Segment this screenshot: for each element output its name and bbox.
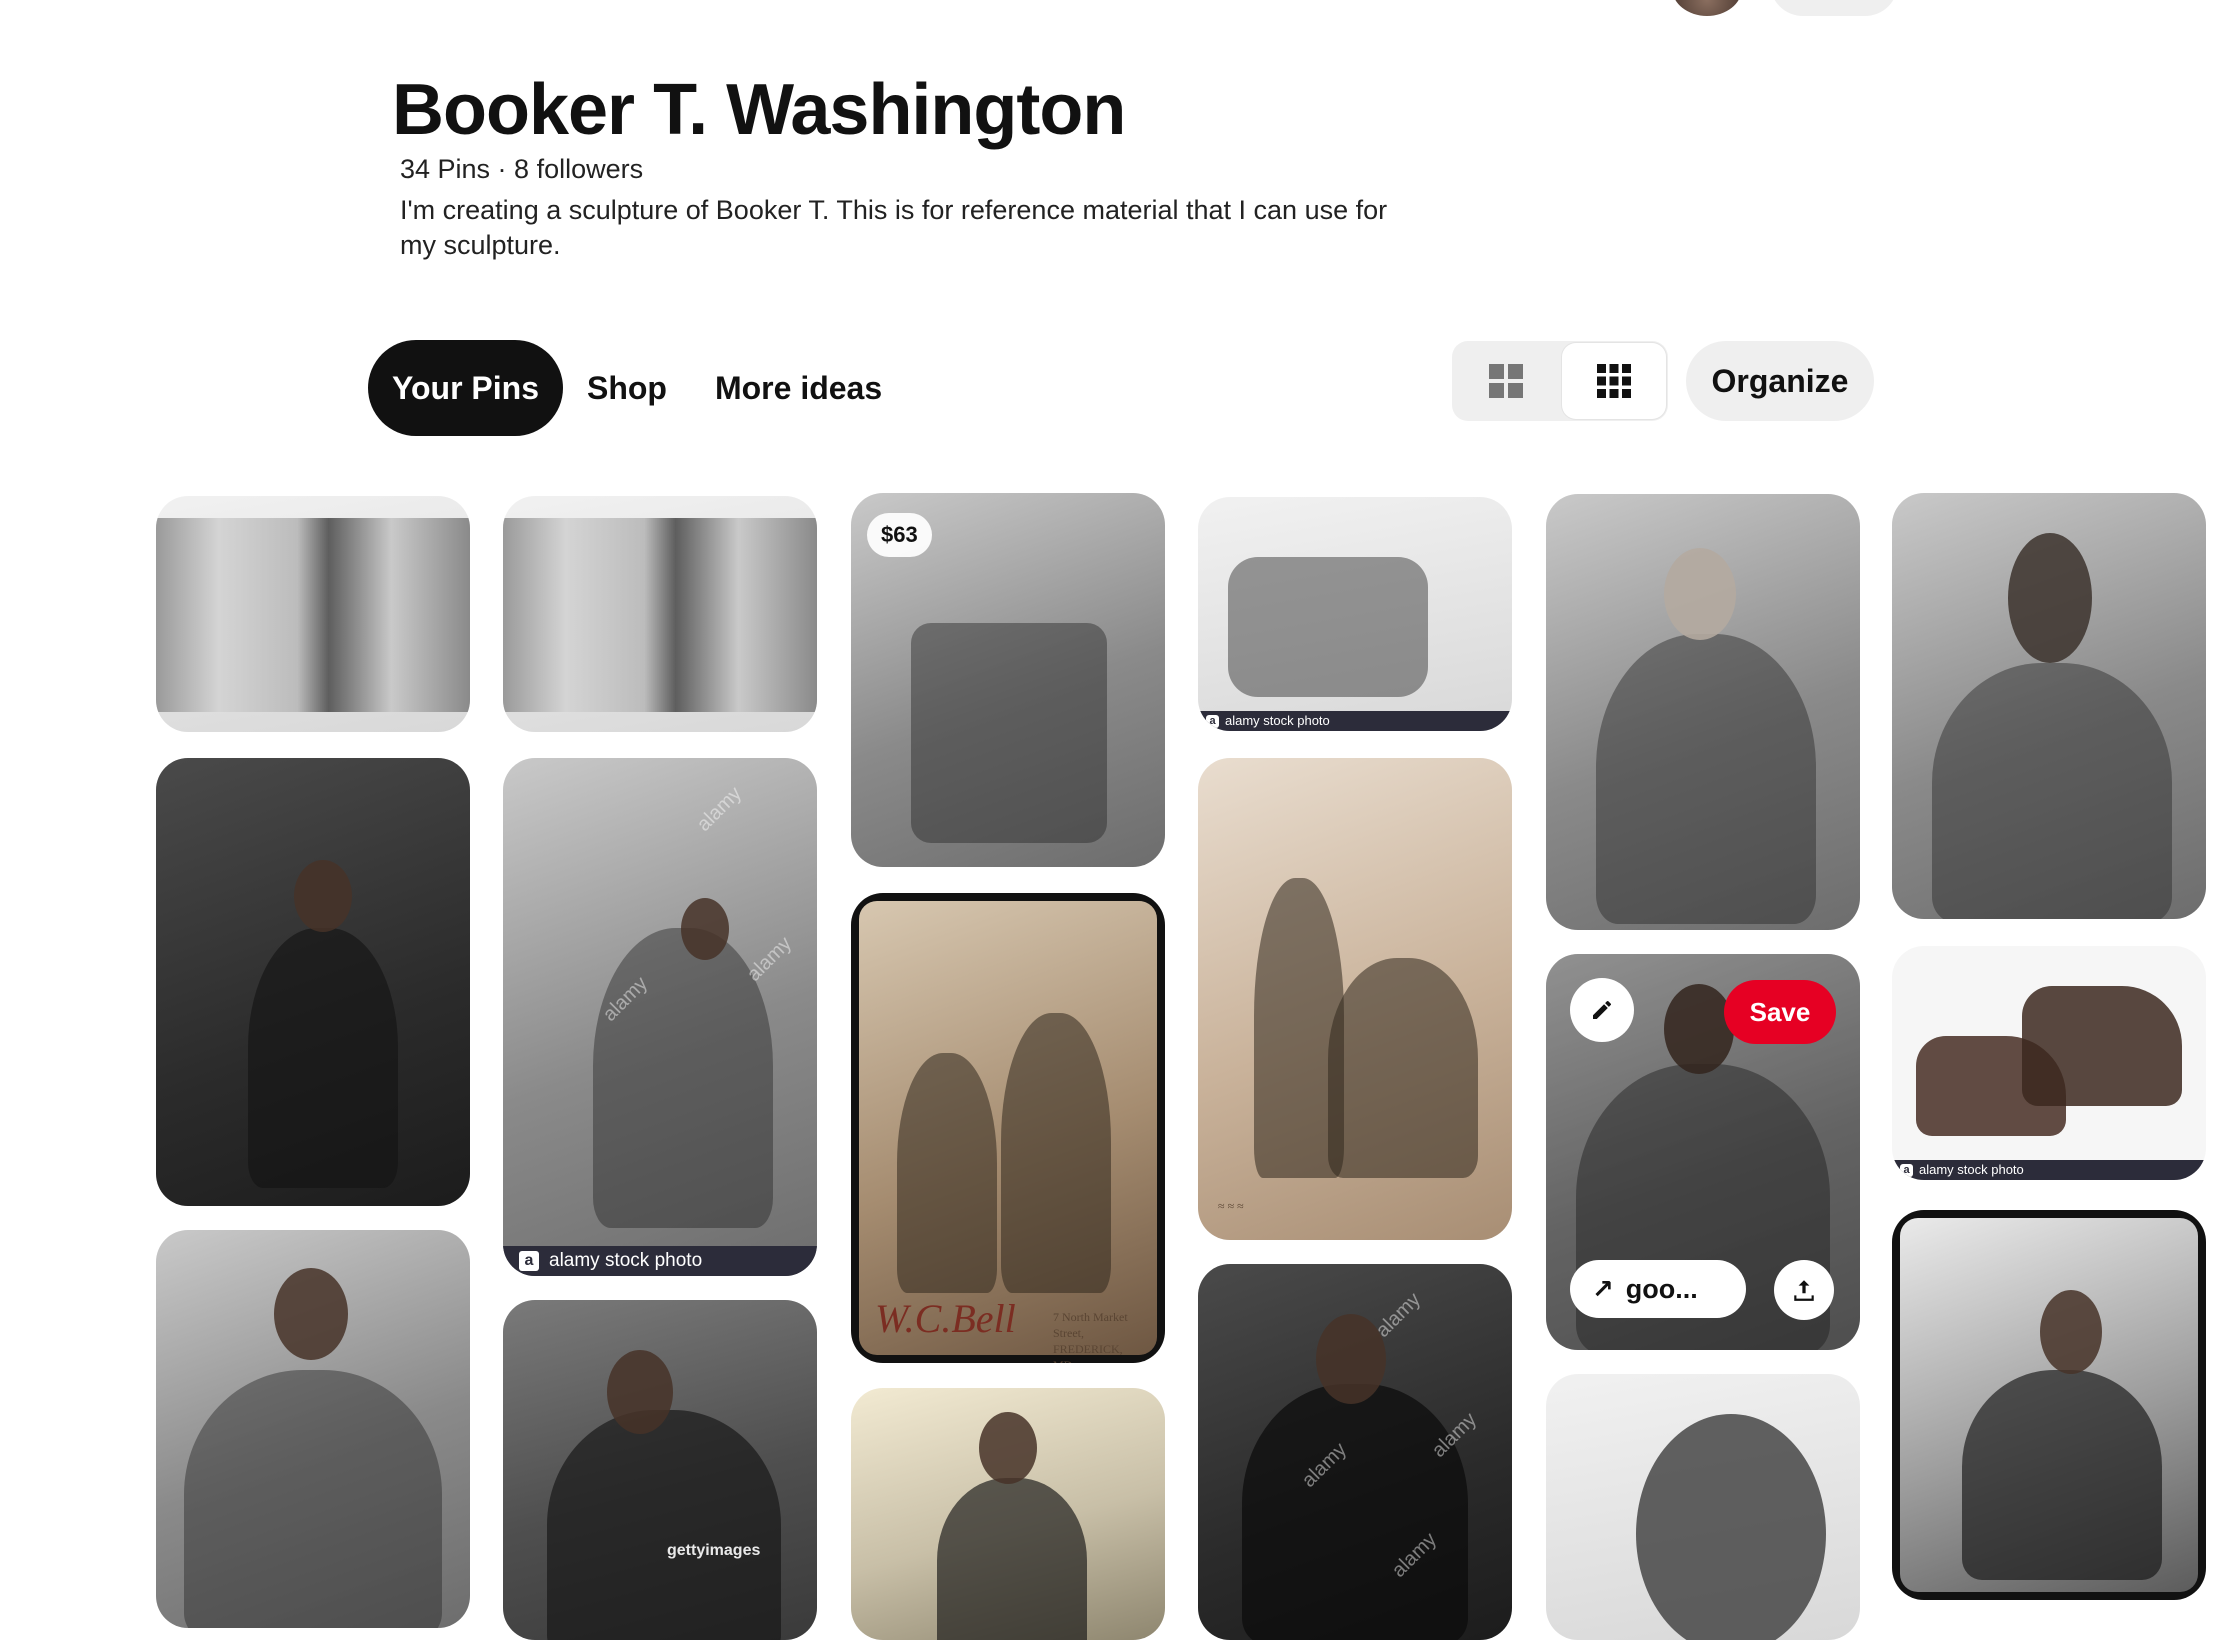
pin-image bbox=[911, 623, 1107, 843]
pin-card[interactable]: gettyimages bbox=[503, 1300, 817, 1640]
view-toggle bbox=[1452, 341, 1668, 421]
pin-image-detail bbox=[2008, 533, 2092, 663]
pin-card[interactable] bbox=[1546, 494, 1860, 930]
photo-studio-address: 7 North Market Street, FREDERICK, MD. bbox=[1053, 1310, 1128, 1363]
pin-link-button[interactable]: ↗ goo... bbox=[1570, 1260, 1746, 1318]
stock-photo-bar: a alamy stock photo bbox=[503, 1246, 817, 1276]
photo-studio-caption: W.C.Bell bbox=[875, 1296, 1016, 1341]
organize-button[interactable]: Organize bbox=[1686, 341, 1874, 421]
pin-card[interactable] bbox=[851, 1388, 1165, 1640]
stock-watermark: alamy bbox=[742, 932, 796, 986]
edit-pin-button[interactable] bbox=[1570, 978, 1634, 1042]
pin-card[interactable] bbox=[1546, 1374, 1860, 1640]
pin-card[interactable]: ≈ ≈ ≈ bbox=[1198, 758, 1512, 1240]
board-title: Booker T. Washington bbox=[392, 70, 1126, 150]
photo-studio-address: ≈ ≈ ≈ bbox=[1218, 1199, 1244, 1213]
stock-photo-bar: a alamy stock photo bbox=[1198, 711, 1512, 731]
pin-image bbox=[248, 928, 398, 1188]
grid-2x2-icon bbox=[1489, 364, 1523, 398]
pin-card[interactable] bbox=[1892, 493, 2206, 919]
arrow-up-right-icon: ↗ bbox=[1592, 1273, 1614, 1304]
pin-image-detail bbox=[681, 898, 729, 960]
pin-card[interactable]: Save ↗ goo... bbox=[1546, 954, 1860, 1350]
pin-image-detail bbox=[1328, 958, 1478, 1178]
pin-image bbox=[1636, 1414, 1826, 1640]
save-button[interactable]: Save bbox=[1724, 980, 1836, 1044]
pin-image-detail bbox=[979, 1412, 1037, 1484]
pin-image-detail bbox=[1664, 548, 1736, 640]
pin-image bbox=[503, 518, 817, 712]
alamy-logo-icon: a bbox=[1900, 1163, 1913, 1177]
pin-image-detail bbox=[1962, 1370, 2162, 1580]
pin-image bbox=[547, 1410, 781, 1640]
pin-image bbox=[1228, 557, 1428, 697]
getty-watermark: gettyimages bbox=[667, 1542, 761, 1559]
pin-image bbox=[937, 1478, 1087, 1640]
pin-card[interactable]: $63 bbox=[851, 493, 1165, 867]
user-avatar[interactable] bbox=[1672, 0, 1742, 16]
pin-card[interactable]: alamy alamy alamy alamy bbox=[1198, 1264, 1512, 1640]
pencil-icon bbox=[1593, 1000, 1611, 1019]
pin-card[interactable]: a alamy stock photo bbox=[1892, 946, 2206, 1180]
pin-image-detail bbox=[1001, 1013, 1111, 1293]
board-tabs: Your Pins Shop More ideas bbox=[368, 340, 906, 436]
share-button[interactable] bbox=[1774, 1260, 1834, 1320]
tab-more-ideas[interactable]: More ideas bbox=[691, 340, 906, 436]
pin-image bbox=[1596, 634, 1816, 924]
pin-card[interactable]: W.C.Bell 7 North Market Street, FREDERIC… bbox=[851, 893, 1165, 1363]
stock-watermark: alamy bbox=[692, 782, 746, 836]
pin-card[interactable] bbox=[1892, 1210, 2206, 1600]
board-stats: 34 Pins · 8 followers bbox=[400, 154, 644, 184]
pin-card[interactable] bbox=[156, 496, 470, 732]
pin-image-detail bbox=[897, 1053, 997, 1293]
pin-image bbox=[184, 1370, 442, 1628]
alamy-logo-icon: a bbox=[1206, 714, 1219, 728]
top-nav-button[interactable] bbox=[1770, 0, 1898, 16]
pin-image bbox=[1932, 663, 2172, 919]
pin-image-detail bbox=[274, 1268, 348, 1360]
stock-photo-label: alamy stock photo bbox=[1919, 1162, 2024, 1177]
pin-image-detail bbox=[2022, 986, 2182, 1106]
pin-image bbox=[156, 518, 470, 712]
compact-grid-button[interactable] bbox=[1562, 343, 1666, 419]
pin-image-detail bbox=[2040, 1290, 2102, 1374]
alamy-logo-icon: a bbox=[519, 1251, 539, 1271]
pin-image bbox=[1242, 1384, 1468, 1640]
pin-image-detail bbox=[294, 860, 352, 932]
grid-3x3-icon bbox=[1597, 364, 1631, 398]
default-grid-button[interactable] bbox=[1454, 343, 1558, 419]
pin-card[interactable] bbox=[156, 1230, 470, 1628]
share-icon bbox=[1794, 1280, 1814, 1301]
pin-card[interactable]: alamy alamy alamy a alamy stock photo bbox=[503, 758, 817, 1276]
tab-your-pins[interactable]: Your Pins bbox=[368, 340, 563, 436]
stock-watermark: alamy bbox=[1371, 1288, 1425, 1342]
pin-card[interactable]: a alamy stock photo bbox=[1198, 497, 1512, 731]
stock-photo-label: alamy stock photo bbox=[549, 1250, 703, 1271]
stock-photo-bar: a alamy stock photo bbox=[1892, 1160, 2206, 1180]
pin-card[interactable] bbox=[503, 496, 817, 732]
tab-shop[interactable]: Shop bbox=[563, 340, 691, 436]
stock-photo-label: alamy stock photo bbox=[1225, 713, 1330, 728]
pin-link-label: goo... bbox=[1625, 1273, 1698, 1304]
price-badge: $63 bbox=[867, 513, 932, 557]
pin-card[interactable] bbox=[156, 758, 470, 1206]
board-description: I'm creating a sculpture of Booker T. Th… bbox=[400, 195, 1388, 260]
pin-image-detail bbox=[607, 1350, 673, 1434]
